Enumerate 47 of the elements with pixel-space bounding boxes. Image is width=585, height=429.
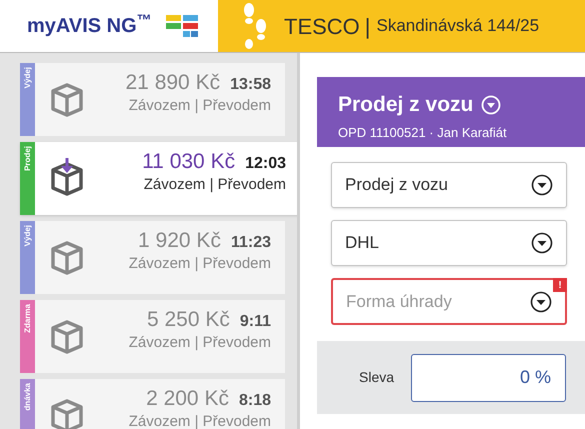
order-card[interactable]: Výdej 21 890 Kč 13:58 Závozem | Převodem	[20, 63, 285, 136]
order-time: 12:03	[245, 154, 286, 174]
order-details: Závozem | Převodem	[128, 413, 271, 429]
order-amount: 21 890 Kč	[126, 71, 220, 94]
order-card[interactable]: Výdej 1 920 Kč 11:23 Závozem | Převodem	[20, 221, 285, 294]
discount-label: Sleva	[359, 368, 395, 387]
order-type-label: Zdarma	[24, 304, 32, 333]
order-time: 11:23	[230, 233, 271, 253]
order-type-label: dnávka	[24, 383, 32, 411]
dropdown-icon	[531, 232, 553, 254]
separator: |	[364, 12, 371, 41]
store-address: Skandinávská 144/25	[376, 15, 540, 38]
order-type-label: Výdej	[24, 67, 32, 88]
order-details: Závozem | Převodem	[128, 97, 271, 114]
order-amount: 5 250 Kč	[146, 308, 230, 331]
field-value: Prodej z vozu	[345, 174, 449, 196]
order-time: 8:18	[238, 391, 271, 411]
order-amount: 1 920 Kč	[138, 229, 221, 252]
order-details: Závozem | Převodem	[144, 176, 286, 193]
discount-field[interactable]: 0 %	[411, 354, 566, 402]
order-card[interactable]: Prodej 11 030 Kč 12:03 Závozem | Převodem	[20, 142, 297, 215]
dropdown-field[interactable]: Prodej z vozu	[331, 162, 567, 208]
order-amount: 2 200 Kč	[146, 387, 229, 410]
order-time: 13:58	[230, 75, 271, 95]
order-amount: 11 030 Kč	[142, 150, 236, 173]
dropdown-icon	[530, 290, 552, 312]
tiles-icon	[166, 13, 200, 39]
store-name: TESCO	[284, 12, 360, 40]
app-logo: myAVIS NG$^{™}$	[27, 11, 152, 39]
dropdown-field[interactable]: Forma úhrady !	[331, 278, 567, 325]
error-badge: !	[553, 278, 567, 292]
dropdown-icon	[531, 174, 553, 196]
order-time: 9:11	[240, 312, 271, 332]
box-arrow-icon	[49, 158, 85, 198]
order-details: Závozem | Převodem	[128, 334, 271, 351]
order-type-label: Výdej	[24, 225, 32, 246]
field-placeholder: Forma úhrady	[346, 290, 453, 313]
order-subtitle: OPD 11100521 · Jan Karafiát	[338, 124, 508, 142]
order-card[interactable]: dnávka 2 200 Kč 8:18 Závozem | Převodem	[20, 379, 285, 429]
field-value: DHL	[345, 232, 380, 254]
order-title: Prodej z vozu	[338, 92, 474, 118]
order-type-label: Prodej	[24, 146, 32, 171]
dropdown-field[interactable]: DHL	[331, 220, 567, 266]
order-details: Závozem | Převodem	[128, 255, 271, 272]
footprints-icon	[242, 2, 268, 50]
order-card[interactable]: Zdarma 5 250 Kč 9:11 Závozem | Převodem	[20, 300, 285, 373]
dropdown-icon[interactable]	[481, 94, 502, 115]
